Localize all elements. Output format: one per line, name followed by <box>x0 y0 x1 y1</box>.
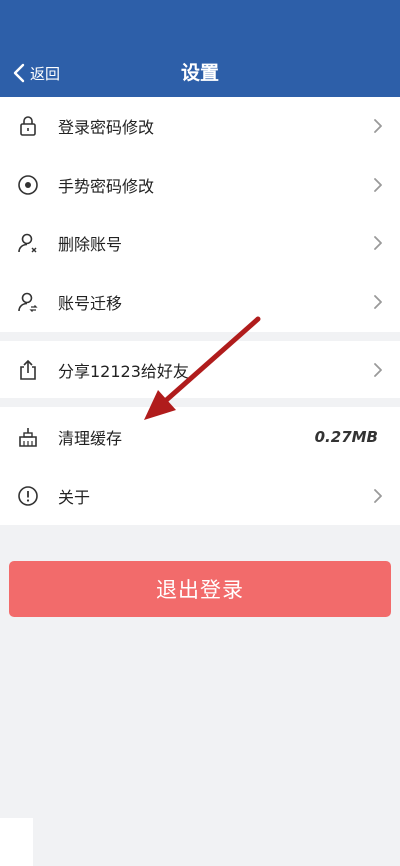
row-account-migration[interactable]: 账号迁移 <box>0 273 400 332</box>
row-label: 登录密码修改 <box>58 118 155 138</box>
row-gesture-password[interactable]: 手势密码修改 <box>0 156 400 215</box>
broom-icon <box>16 425 40 449</box>
target-icon <box>16 173 40 197</box>
cache-size-value: 0.27MB <box>314 427 378 446</box>
row-share-app[interactable]: 分享12123给好友 <box>0 341 400 398</box>
chevron-right-icon <box>373 235 383 251</box>
logout-button[interactable]: 退出登录 <box>9 561 391 617</box>
settings-group-share: 分享12123给好友 <box>0 341 400 398</box>
row-clear-cache[interactable]: 清理缓存 0.27MB <box>0 407 400 466</box>
info-icon <box>16 484 40 508</box>
lock-icon <box>16 114 40 138</box>
share-icon <box>16 358 40 382</box>
chevron-right-icon <box>373 177 383 193</box>
row-label: 手势密码修改 <box>58 176 155 196</box>
chevron-right-icon <box>373 488 383 504</box>
corner-patch <box>0 818 33 866</box>
user-transfer-icon <box>16 290 40 314</box>
row-label: 清理缓存 <box>58 428 123 448</box>
chevron-right-icon <box>373 118 383 134</box>
chevron-right-icon <box>373 362 383 378</box>
chevron-right-icon <box>373 294 383 310</box>
row-label: 关于 <box>58 487 91 507</box>
row-label: 账号迁移 <box>58 293 123 313</box>
row-label: 分享12123给好友 <box>58 361 189 381</box>
row-login-password[interactable]: 登录密码修改 <box>0 97 400 156</box>
settings-group-system: 清理缓存 0.27MB 关于 <box>0 407 400 525</box>
row-label: 删除账号 <box>58 235 123 255</box>
settings-group-account: 登录密码修改 手势密码修改 删除账号 账号迁移 <box>0 97 400 332</box>
top-nav-bar: 返回 设置 <box>0 0 400 97</box>
row-about[interactable]: 关于 <box>0 466 400 525</box>
row-delete-account[interactable]: 删除账号 <box>0 214 400 273</box>
user-remove-icon <box>16 231 40 255</box>
settings-screen: 返回 设置 登录密码修改 手势密码修改 删除账号 账号迁移 分享12123给好友… <box>0 0 400 866</box>
page-title: 设置 <box>180 62 219 84</box>
